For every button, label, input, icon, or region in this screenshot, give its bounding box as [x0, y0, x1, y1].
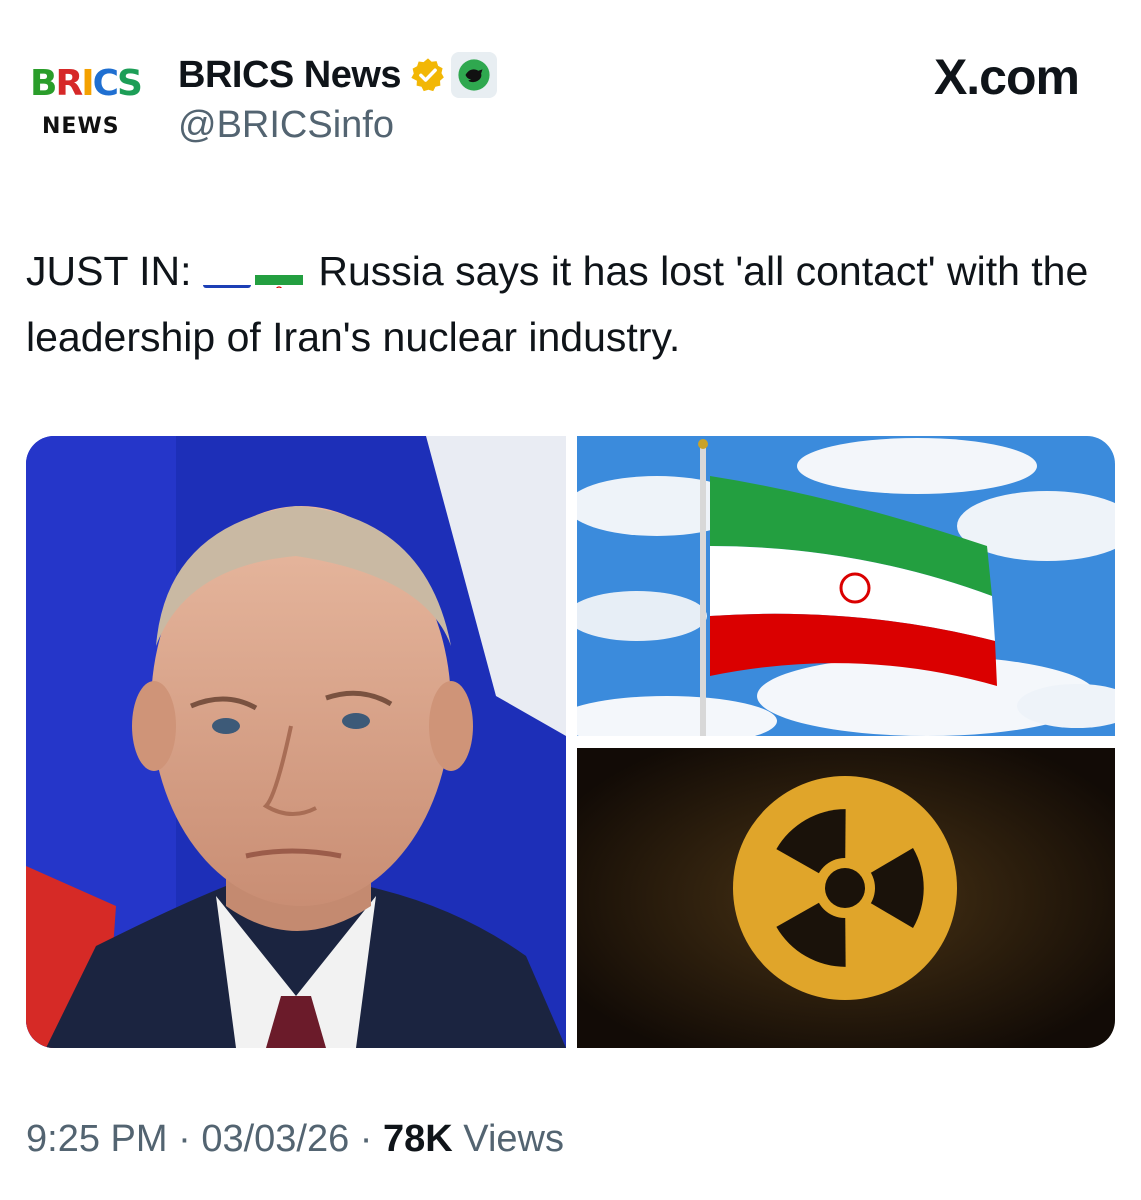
radiation-symbol-photo[interactable] [577, 748, 1115, 1048]
brics-news-logo[interactable]: BRICS NEWS [26, 62, 154, 148]
tweet-text: JUST IN: Russia says it has lost 'all co… [26, 238, 1106, 370]
tweet-meta: 9:25 PM · 03/03/26 · 78K Views [26, 1118, 564, 1161]
tweet-date[interactable]: 03/03/26 [201, 1118, 349, 1160]
affiliate-badge-icon[interactable] [451, 52, 498, 98]
iran-flag-photo[interactable] [577, 436, 1115, 736]
tweet-author[interactable]: BRICS News @BRICSinfo [178, 48, 498, 147]
tweet-prefix: JUST IN: [26, 248, 192, 294]
iran-flag-icon [254, 258, 303, 288]
x-com-wordmark: X.com [933, 49, 1080, 105]
verified-badge-icon [411, 58, 444, 92]
media-grid[interactable] [26, 436, 1115, 1048]
portrait-photo[interactable] [26, 436, 566, 1048]
tweet-time[interactable]: 9:25 PM [26, 1118, 168, 1160]
logo-subtext: NEWS [42, 114, 120, 139]
display-name[interactable]: BRICS News [178, 54, 402, 97]
meta-separator: · [349, 1118, 384, 1160]
views-label: Views [452, 1118, 564, 1160]
meta-separator: · [167, 1118, 202, 1160]
russia-flag-icon [202, 258, 251, 288]
logo-wordmark: BRICS [30, 63, 143, 104]
views-count[interactable]: 78K [383, 1118, 453, 1160]
user-handle[interactable]: @BRICSinfo [178, 104, 497, 147]
